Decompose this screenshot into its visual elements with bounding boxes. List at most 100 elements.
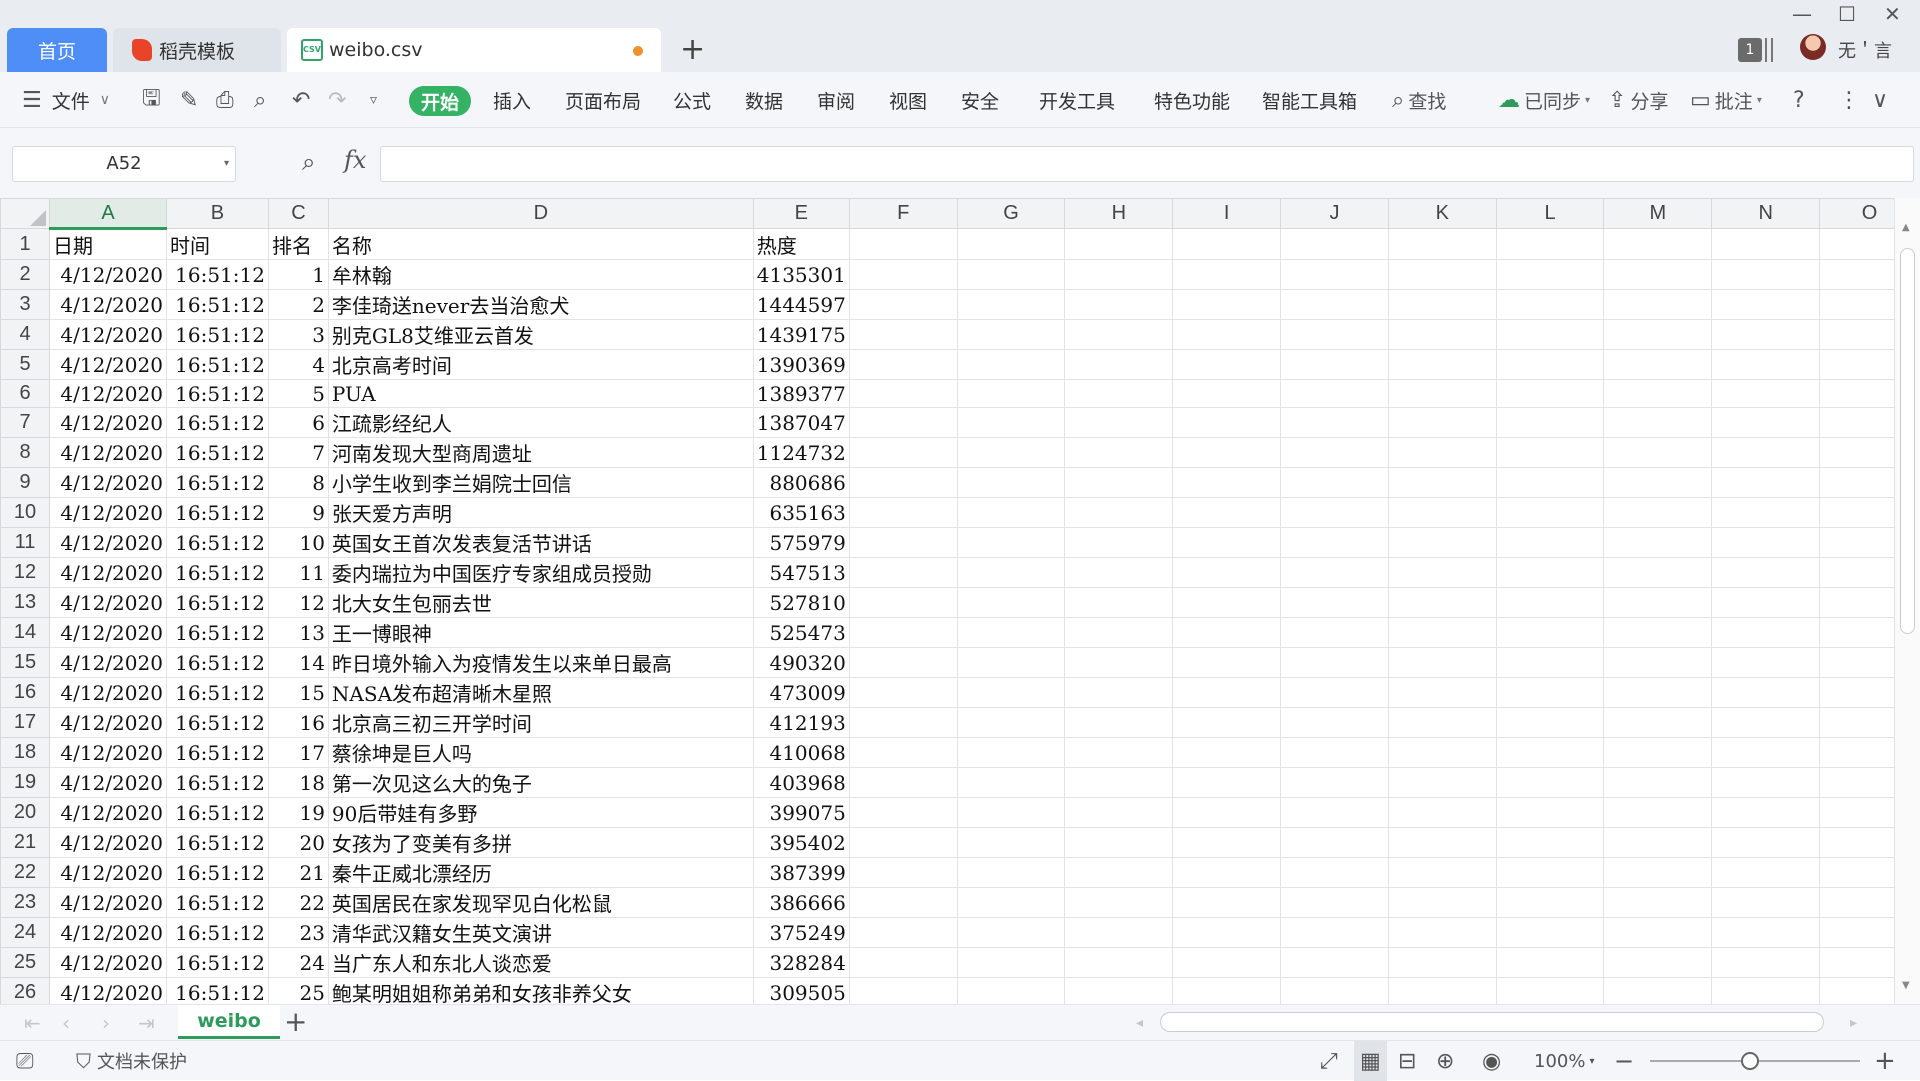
cell-a[interactable]: 4/12/2020: [49, 797, 167, 828]
cell-empty[interactable]: [1387, 857, 1497, 888]
help-icon[interactable]: ?: [1793, 72, 1805, 128]
close-button[interactable]: ✕: [1884, 2, 1901, 26]
cell-b[interactable]: 16:51:12: [165, 379, 269, 408]
cell-empty[interactable]: [956, 259, 1066, 290]
column-header-h[interactable]: H: [1064, 198, 1174, 229]
cell-b[interactable]: 16:51:12: [165, 617, 269, 648]
cell-empty[interactable]: [848, 349, 958, 380]
row-header[interactable]: 25: [0, 947, 50, 978]
cell-empty[interactable]: [1172, 977, 1282, 1004]
window-list-icon[interactable]: [1765, 38, 1773, 62]
cell-empty[interactable]: [956, 707, 1066, 738]
cell-empty[interactable]: [956, 228, 1066, 260]
cell-empty[interactable]: [1495, 587, 1605, 618]
cell-empty[interactable]: [1387, 707, 1497, 738]
column-header-i[interactable]: I: [1172, 198, 1282, 229]
cell-b[interactable]: 16:51:12: [165, 467, 269, 498]
cell-empty[interactable]: [1280, 289, 1389, 320]
cell-e[interactable]: 1389377: [752, 379, 850, 408]
cell-c[interactable]: 23: [267, 917, 329, 948]
cell-c[interactable]: 13: [267, 617, 329, 648]
cell-c[interactable]: 25: [267, 977, 329, 1004]
cell-empty[interactable]: [1172, 467, 1282, 498]
search-button[interactable]: ⌕ 查找: [1392, 72, 1446, 128]
cell-empty[interactable]: [1603, 467, 1713, 498]
cell-d[interactable]: NASA发布超清晰木星照: [327, 677, 754, 708]
cell-empty[interactable]: [956, 887, 1066, 918]
cell-c[interactable]: 21: [267, 857, 329, 888]
cell-empty[interactable]: [848, 707, 958, 738]
cell-empty[interactable]: [1603, 767, 1713, 798]
cell-empty[interactable]: [1387, 617, 1497, 648]
cell-a[interactable]: 4/12/2020: [49, 677, 167, 708]
username[interactable]: 无＇言: [1838, 37, 1892, 63]
avatar[interactable]: [1800, 34, 1826, 60]
cell-empty[interactable]: [1495, 917, 1605, 948]
cell-e[interactable]: 热度: [752, 228, 850, 260]
eye-protection-icon[interactable]: ◉: [1482, 1041, 1501, 1081]
cell-empty[interactable]: [1064, 407, 1174, 438]
cell-a[interactable]: 4/12/2020: [49, 319, 167, 350]
new-tab-plus-icon[interactable]: +: [680, 32, 705, 67]
cell-a[interactable]: 4/12/2020: [49, 947, 167, 978]
cell-empty[interactable]: [1711, 827, 1821, 858]
cell-empty[interactable]: [1280, 437, 1389, 468]
column-header-k[interactable]: K: [1387, 198, 1497, 229]
menu-formulas[interactable]: 公式: [673, 72, 711, 128]
cell-empty[interactable]: [848, 857, 958, 888]
cell-d[interactable]: 英国女王首次发表复活节讲话: [327, 527, 754, 558]
cell-empty[interactable]: [1387, 289, 1497, 320]
cell-d[interactable]: 第一次见这么大的兔子: [327, 767, 754, 798]
cell-empty[interactable]: [1064, 289, 1174, 320]
cell-empty[interactable]: [1387, 677, 1497, 708]
cell-empty[interactable]: [1064, 647, 1174, 678]
cell-empty[interactable]: [1495, 737, 1605, 768]
row-header[interactable]: 21: [0, 827, 50, 858]
cell-d[interactable]: 秦牛正威北漂经历: [327, 857, 754, 888]
cell-empty[interactable]: [956, 827, 1066, 858]
cell-empty[interactable]: [1495, 887, 1605, 918]
cell-empty[interactable]: [1711, 617, 1821, 648]
cell-c[interactable]: 16: [267, 707, 329, 738]
cell-empty[interactable]: [1711, 647, 1821, 678]
minimize-button[interactable]: —: [1792, 2, 1812, 26]
cell-e[interactable]: 399075: [752, 797, 850, 828]
cell-empty[interactable]: [1280, 947, 1389, 978]
cell-empty[interactable]: [1172, 887, 1282, 918]
cell-a[interactable]: 4/12/2020: [49, 647, 167, 678]
vertical-scroll-thumb[interactable]: [1900, 248, 1915, 634]
cell-c[interactable]: 17: [267, 737, 329, 768]
row-header[interactable]: 1: [0, 228, 50, 260]
cell-empty[interactable]: [1280, 647, 1389, 678]
cell-c[interactable]: 20: [267, 827, 329, 858]
row-header[interactable]: 8: [0, 437, 50, 468]
file-menu[interactable]: ☰ 文件 ∨: [22, 72, 110, 128]
cell-empty[interactable]: [1603, 827, 1713, 858]
cell-empty[interactable]: [1172, 737, 1282, 768]
cell-empty[interactable]: [956, 437, 1066, 468]
cell-empty[interactable]: [1603, 587, 1713, 618]
spreadsheet-grid[interactable]: ABCDEFGHIJKLMNO 1 日期 时间 排名 名称 热度 2 4/12/2020 16:…: [0, 198, 1920, 1004]
cell-e[interactable]: 309505: [752, 977, 850, 1004]
column-header-n[interactable]: N: [1711, 198, 1821, 229]
cell-empty[interactable]: [1603, 737, 1713, 768]
cell-empty[interactable]: [1064, 437, 1174, 468]
cell-empty[interactable]: [1172, 767, 1282, 798]
cell-e[interactable]: 1439175: [752, 319, 850, 350]
row-header[interactable]: 14: [0, 617, 50, 648]
cell-b[interactable]: 16:51:12: [165, 587, 269, 618]
cell-empty[interactable]: [1387, 797, 1497, 828]
vertical-scrollbar[interactable]: ▲ ▼: [1894, 198, 1920, 1004]
scroll-up-icon[interactable]: ▲: [1902, 222, 1910, 233]
cell-empty[interactable]: [1387, 557, 1497, 588]
save-icon[interactable]: 🖫: [142, 72, 161, 128]
protection-status[interactable]: ⛉ 文档未保护: [76, 1041, 187, 1081]
cell-empty[interactable]: [848, 797, 958, 828]
cell-empty[interactable]: [1172, 319, 1282, 350]
redo-icon[interactable]: ↷: [328, 72, 346, 128]
cell-e[interactable]: 412193: [752, 707, 850, 738]
cell-empty[interactable]: [1603, 497, 1713, 528]
prev-sheet-icon[interactable]: ‹: [62, 1011, 70, 1035]
cell-empty[interactable]: [848, 737, 958, 768]
cell-empty[interactable]: [1495, 319, 1605, 350]
